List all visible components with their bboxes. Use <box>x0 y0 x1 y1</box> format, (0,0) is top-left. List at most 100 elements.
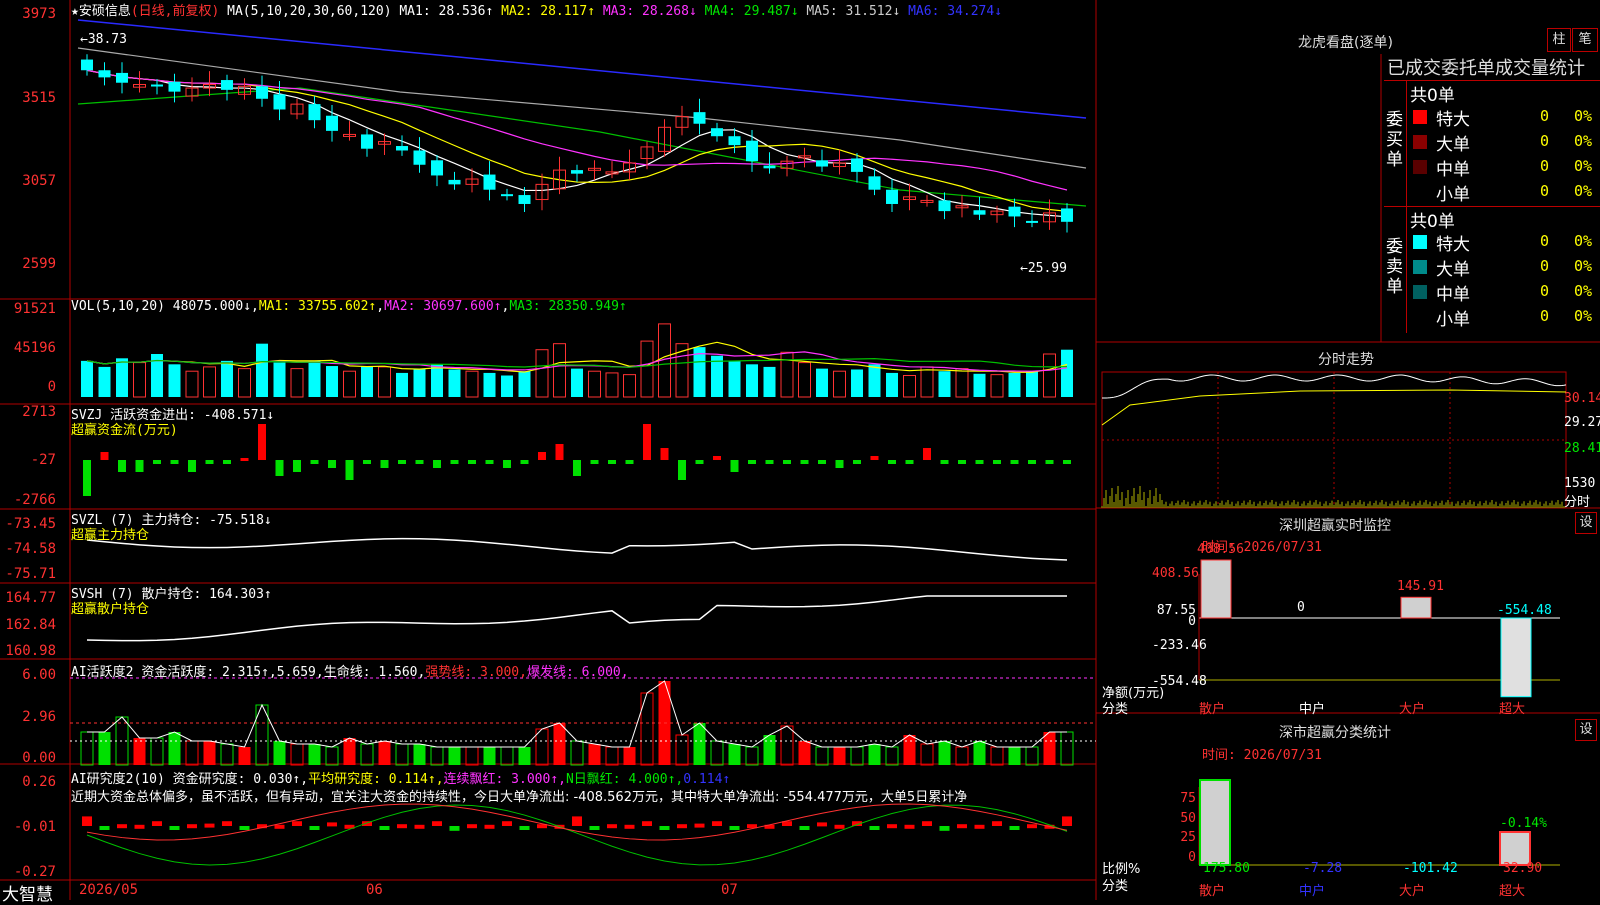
fund-flow-bar <box>993 460 1001 464</box>
volume-bar <box>553 343 566 398</box>
research-bar <box>467 824 477 829</box>
candle-down <box>413 150 426 165</box>
research-bar <box>379 826 390 830</box>
activity-bar <box>850 746 864 766</box>
research-bar <box>502 821 512 826</box>
volume-bar <box>273 362 286 397</box>
candle-down <box>763 165 776 169</box>
fenshi-title: 分时走势 <box>1318 352 1374 368</box>
fund-flow-bar <box>555 444 564 460</box>
ai2-axis-0: 0.26 <box>22 774 56 790</box>
fund-flow-bar <box>503 460 511 468</box>
volume-bar <box>816 368 828 397</box>
volume-bar <box>465 370 479 398</box>
candle-down <box>256 86 268 99</box>
buy-swatch-0 <box>1413 110 1427 124</box>
fund-flow-bar <box>1028 460 1036 464</box>
ai1-axis-0: 6.00 <box>22 667 56 683</box>
candle-down <box>448 179 461 185</box>
volume-bar <box>535 349 549 398</box>
buy-total: 共0单 <box>1410 86 1455 106</box>
activity-bar <box>238 747 251 765</box>
fund-flow-bar <box>538 452 546 460</box>
research-bar <box>712 821 722 826</box>
activity-bar <box>1025 746 1039 766</box>
buy-row-count: 0 <box>1540 107 1550 125</box>
research-bar <box>729 826 740 830</box>
ma4-line <box>77 87 1087 207</box>
retail-holding-line <box>86 595 1067 642</box>
svsh-axis-0: 164.77 <box>5 590 56 606</box>
sell-row-count: 0 <box>1540 257 1550 275</box>
sell-total: 共0单 <box>1410 212 1455 232</box>
monitor-axis-2: 0 <box>1188 614 1196 629</box>
volume-bar <box>483 372 496 397</box>
candle-down <box>518 195 531 204</box>
candle-down <box>501 194 513 197</box>
cls-category: 超大 <box>1499 884 1526 899</box>
svsh-axis-1: 162.84 <box>5 617 56 633</box>
monitor-settings-button[interactable]: 设 <box>1575 512 1597 534</box>
volume-bar <box>1008 372 1021 397</box>
volume-bar <box>343 370 356 398</box>
activity-bar <box>273 741 286 765</box>
cls-axis-1: 50 <box>1180 811 1196 826</box>
activity-bar <box>535 728 549 766</box>
vol-axis-0: 91521 <box>13 301 56 317</box>
fund-flow-bar <box>940 460 949 464</box>
svzj-sub: 超赢资金流(万元) <box>71 423 178 438</box>
buy-swatch-2 <box>1413 160 1427 174</box>
vol-header: VOL(5,10,20) 48075.000↓,MA1: 33755.602↑,… <box>71 299 627 314</box>
activity-bar <box>675 734 689 766</box>
research-bar <box>449 826 460 831</box>
fund-flow-bar <box>870 456 879 460</box>
fund-flow-bar <box>135 460 144 472</box>
research-bar <box>187 824 197 829</box>
activity-bar <box>203 741 216 765</box>
fund-flow-bar <box>520 460 529 464</box>
cls-percent: -0.14% <box>1500 816 1547 831</box>
fund-flow-bar <box>608 460 616 464</box>
activity-bar <box>885 746 899 766</box>
research-bar <box>922 821 932 826</box>
buy-swatch-1 <box>1413 135 1427 149</box>
cls-bar-value: -101.42 <box>1403 861 1458 876</box>
candle-down <box>151 84 163 87</box>
fund-flow-bar <box>818 460 826 464</box>
volume-bar <box>903 375 916 398</box>
activity-bar <box>798 741 811 765</box>
research-bar <box>992 821 1002 826</box>
research-bar <box>292 821 302 826</box>
research-bar <box>309 826 320 830</box>
activity-bar <box>185 740 199 766</box>
research-bar <box>572 816 582 826</box>
tick-mode-button[interactable]: 笔 <box>1572 28 1598 52</box>
date-label-2: 07 <box>721 882 738 898</box>
fund-flow-bar <box>433 460 441 468</box>
monitor-bar-散户 <box>1200 559 1232 619</box>
cls-bar-value: 32.90 <box>1503 861 1543 876</box>
sell-swatch-3 <box>1413 310 1427 324</box>
sell-row-name: 中单 <box>1436 285 1470 305</box>
fund-flow-bar <box>118 460 126 472</box>
monitor-bar-大户 <box>1400 596 1432 619</box>
activity-bar <box>640 692 654 766</box>
research-bar <box>939 826 950 831</box>
ma6-value: MA6: 34.274↓ <box>908 4 1003 19</box>
period-mode[interactable]: (日线,前复权) <box>131 4 219 19</box>
candle-down <box>938 200 951 212</box>
cls-title: 深市超赢分类统计 <box>1279 725 1391 741</box>
ai1-axis-2: 0.00 <box>22 750 56 766</box>
fund-flow-bar <box>398 460 406 464</box>
volume-bar <box>361 366 373 397</box>
ma-label: MA(5,10,20,30,60,120) <box>227 4 392 19</box>
cls-axis-2: 25 <box>1180 830 1196 845</box>
column-mode-button[interactable]: 柱 <box>1547 28 1571 52</box>
activity-bar <box>343 738 356 765</box>
research-bar <box>1009 826 1020 830</box>
volume-bar <box>133 362 146 398</box>
cls-settings-button[interactable]: 设 <box>1575 719 1597 741</box>
kline-chart[interactable] <box>0 0 1600 900</box>
candle-down <box>728 136 741 146</box>
research-bar <box>642 821 652 826</box>
